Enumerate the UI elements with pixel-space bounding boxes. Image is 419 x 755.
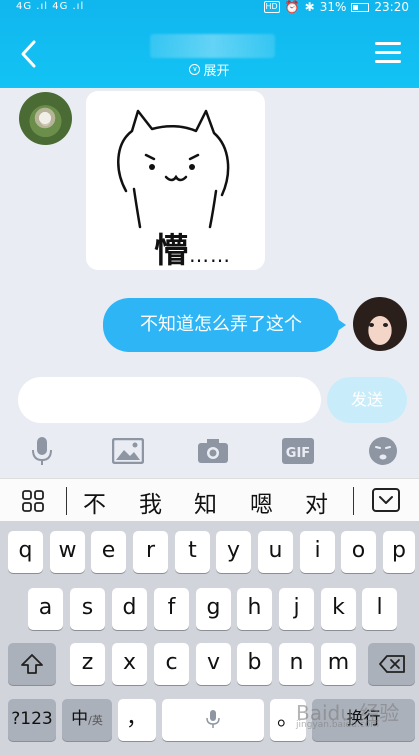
message-input[interactable] bbox=[18, 377, 321, 423]
send-button[interactable]: 发送 bbox=[327, 377, 407, 423]
key-x[interactable]: x bbox=[112, 643, 147, 685]
watermark: Baidu 经验 jingyan.baidu.com bbox=[296, 701, 400, 730]
key-o[interactable]: o bbox=[341, 531, 376, 573]
key-k[interactable]: k bbox=[321, 588, 356, 630]
emoji-icon[interactable] bbox=[365, 433, 401, 469]
expand-toggle[interactable]: ∨ 展开 bbox=[0, 60, 419, 79]
candidate-word[interactable]: 不 bbox=[83, 485, 106, 519]
key-i[interactable]: i bbox=[300, 531, 335, 573]
key-q[interactable]: q bbox=[8, 531, 43, 573]
language-switch-key[interactable]: 中/英 bbox=[62, 699, 112, 741]
key-l[interactable]: l bbox=[362, 588, 397, 630]
hd-badge: HD bbox=[263, 1, 280, 13]
expand-label: 展开 bbox=[203, 64, 230, 79]
key-p[interactable]: p bbox=[383, 531, 415, 573]
menu-button[interactable] bbox=[375, 42, 401, 64]
microphone-icon[interactable] bbox=[24, 433, 60, 469]
key-r[interactable]: r bbox=[133, 531, 168, 573]
key-n[interactable]: n bbox=[279, 643, 314, 685]
sticker-message[interactable]: 懵…… bbox=[86, 91, 265, 271]
bluetooth-icon: ✱ bbox=[304, 0, 315, 14]
shift-key[interactable] bbox=[8, 643, 56, 685]
backspace-icon bbox=[378, 655, 405, 673]
chat-header: 4G .ıl 4G .ıl HD ⏰ ✱ 31% 23:20 ∨ 展开 bbox=[0, 0, 419, 88]
camera-icon[interactable] bbox=[195, 433, 231, 469]
key-d[interactable]: d bbox=[112, 588, 147, 630]
battery-icon bbox=[351, 2, 370, 12]
my-avatar[interactable] bbox=[353, 297, 407, 351]
alarm-icon: ⏰ bbox=[284, 0, 300, 14]
candidate-word[interactable]: 我 bbox=[139, 485, 162, 519]
key-e[interactable]: e bbox=[91, 531, 126, 573]
key-f[interactable]: f bbox=[154, 588, 189, 630]
key-c[interactable]: c bbox=[154, 643, 189, 685]
outgoing-message[interactable]: 不知道怎么弄了这个 bbox=[103, 298, 346, 352]
signal-indicator: 4G .ıl 4G .ıl bbox=[16, 1, 85, 12]
contact-avatar[interactable] bbox=[19, 92, 72, 145]
candidate-word[interactable]: 知 bbox=[194, 485, 217, 519]
candidate-word[interactable]: 嗯 bbox=[250, 485, 273, 519]
divider bbox=[66, 487, 67, 515]
key-g[interactable]: g bbox=[196, 588, 231, 630]
key-z[interactable]: z bbox=[70, 643, 105, 685]
space-key[interactable] bbox=[162, 699, 264, 741]
key-t[interactable]: t bbox=[175, 531, 210, 573]
contact-name-blurred bbox=[150, 34, 275, 58]
image-icon[interactable] bbox=[110, 433, 146, 469]
key-s[interactable]: s bbox=[70, 588, 105, 630]
candidate-word[interactable]: 对 bbox=[305, 485, 328, 519]
chat-toolbar: GIF bbox=[0, 433, 419, 469]
key-y[interactable]: y bbox=[216, 531, 251, 573]
key-w[interactable]: w bbox=[50, 531, 85, 573]
comma-key[interactable]: ， bbox=[118, 699, 156, 741]
key-v[interactable]: v bbox=[196, 643, 231, 685]
backspace-key[interactable] bbox=[368, 643, 415, 685]
key-u[interactable]: u bbox=[258, 531, 293, 573]
chevron-down-icon: ∨ bbox=[189, 64, 201, 75]
collapse-keyboard-button[interactable] bbox=[372, 488, 400, 512]
sticker-caption: 懵…… bbox=[154, 231, 231, 271]
shift-icon bbox=[21, 654, 43, 674]
key-a[interactable]: a bbox=[28, 588, 63, 630]
microphone-icon bbox=[206, 710, 220, 728]
key-h[interactable]: h bbox=[237, 588, 272, 630]
clock: 23:20 bbox=[374, 0, 409, 14]
divider bbox=[353, 487, 354, 515]
language-sub-label: /英 bbox=[88, 714, 103, 727]
language-label: 中 bbox=[71, 709, 89, 729]
gif-icon[interactable]: GIF bbox=[280, 433, 316, 469]
key-b[interactable]: b bbox=[237, 643, 272, 685]
grid-menu-icon[interactable] bbox=[22, 490, 44, 512]
svg-text:GIF: GIF bbox=[286, 446, 310, 461]
battery-percent: 31% bbox=[319, 0, 347, 14]
chevron-down-icon bbox=[379, 496, 393, 504]
key-j[interactable]: j bbox=[279, 588, 314, 630]
key-m[interactable]: m bbox=[321, 643, 356, 685]
numbers-key[interactable]: ?123 bbox=[8, 699, 56, 741]
ime-candidate-bar: 不 我 知 嗯 对 bbox=[0, 478, 419, 521]
status-bar: 4G .ıl 4G .ıl HD ⏰ ✱ 31% 23:20 bbox=[0, 0, 419, 16]
